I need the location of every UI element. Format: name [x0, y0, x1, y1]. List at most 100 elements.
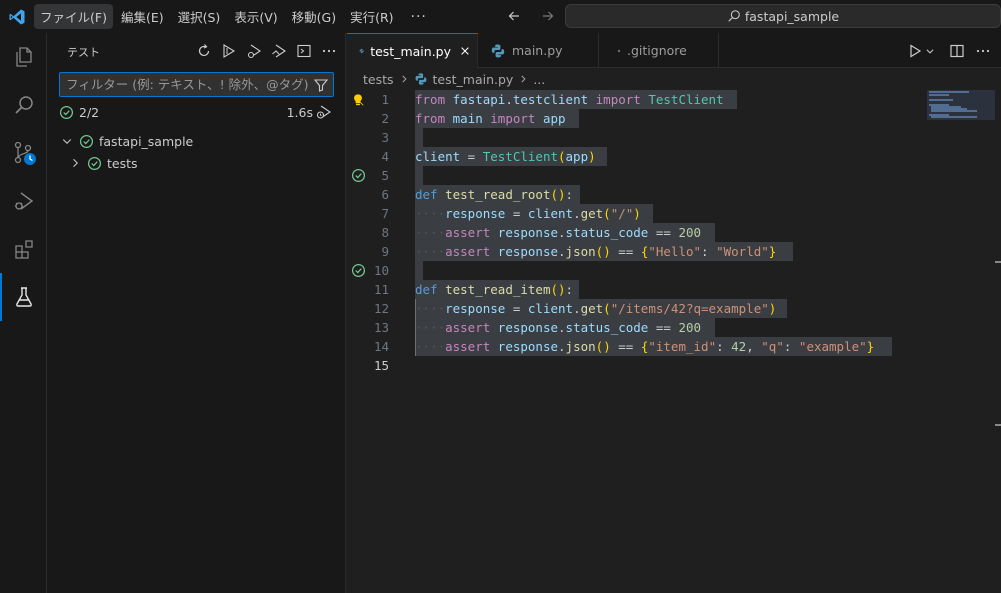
editor-tabs: test_main.py main.py .gitignore	[347, 33, 1001, 68]
tab-label: test_main.py	[370, 43, 451, 59]
explorer-icon[interactable]	[0, 33, 47, 81]
code-line: ····assert response.status_code == 200	[415, 225, 702, 240]
code-line: ····assert response.json() == {"item_id"…	[415, 339, 875, 354]
tree-item-label: fastapi_sample	[99, 133, 194, 149]
line-number: 2	[381, 111, 389, 126]
test-filter-input[interactable]	[60, 73, 310, 96]
code-line: ····response = client.get("/items/42?q=e…	[415, 301, 777, 316]
refresh-icon[interactable]	[193, 41, 215, 61]
menu-file[interactable]: ファイル(F)	[34, 4, 113, 29]
line-number: 12	[373, 301, 389, 316]
forward-arrow-icon[interactable]	[539, 6, 557, 26]
sidebar-title: テスト	[67, 46, 100, 59]
tab-main-py[interactable]: main.py	[478, 33, 599, 68]
tree-item-tests[interactable]: tests	[47, 152, 346, 174]
breadcrumb: tests test_main.py ...	[347, 68, 1001, 90]
code-editor[interactable]: 1 2 3 4 5 6 7 8 9 10 11 12 13 14 15 from…	[347, 90, 1001, 593]
gitignore-icon	[617, 49, 621, 52]
chevron-down-icon[interactable]	[59, 133, 75, 149]
python-icon	[415, 73, 426, 85]
run-python-file-icon[interactable]	[905, 41, 925, 61]
line-number: 5	[381, 168, 389, 183]
selection-highlight	[415, 166, 423, 185]
selection-highlight	[415, 261, 423, 280]
editor-actions	[905, 41, 993, 61]
line-number: 14	[373, 339, 389, 354]
test-duration: 1.6s	[287, 104, 332, 120]
test-count: 2/2	[79, 104, 100, 120]
menu-go[interactable]: 移動(G)	[286, 4, 342, 29]
chevron-right-icon[interactable]	[67, 155, 83, 171]
tab-label: main.py	[512, 43, 563, 58]
tab-gitignore[interactable]: .gitignore	[599, 33, 719, 68]
testing-icon[interactable]	[0, 273, 47, 321]
extensions-icon[interactable]	[0, 225, 47, 273]
line-number: 4	[381, 149, 389, 164]
navigation-arrows	[505, 6, 557, 26]
testing-sidebar: テスト 2/2	[47, 33, 346, 593]
test-summary: 2/2 1.6s	[59, 102, 335, 122]
back-arrow-icon[interactable]	[505, 6, 523, 26]
sidebar-actions	[193, 41, 340, 61]
passed-icon	[59, 105, 74, 119]
python-icon	[359, 48, 364, 54]
breadcrumb-item[interactable]: test_main.py	[433, 72, 514, 87]
line-number: 13	[373, 320, 389, 335]
line-number: 6	[381, 187, 389, 202]
terminal-icon[interactable]	[293, 41, 315, 61]
menu-bar: ファイル(F) 編集(E) 選択(S) 表示(V) 移動(G) 実行(R) ··…	[34, 0, 436, 33]
python-icon	[491, 44, 505, 57]
debug-tests-icon[interactable]	[243, 41, 265, 61]
run-history-icon[interactable]	[316, 104, 332, 120]
line-number: 11	[373, 282, 389, 297]
run-debug-icon[interactable]	[0, 177, 47, 225]
menu-run[interactable]: 実行(R)	[344, 4, 399, 29]
passed-icon	[86, 155, 102, 171]
code-line: def test_read_item():	[415, 282, 574, 297]
more-actions-icon[interactable]	[973, 41, 993, 61]
duration-label: 1.6s	[286, 104, 313, 120]
source-control-icon[interactable]	[0, 129, 47, 177]
tab-test-main-py[interactable]: test_main.py	[347, 33, 478, 68]
close-icon[interactable]	[459, 43, 471, 59]
line-number: 15	[373, 358, 389, 373]
title-bar: ファイル(F) 編集(E) 選択(S) 表示(V) 移動(G) 実行(R) ··…	[0, 0, 1001, 33]
line-number: 7	[381, 206, 389, 221]
code-line: ····response = client.get("/")	[415, 206, 641, 221]
run-coverage-icon[interactable]	[268, 41, 290, 61]
line-number: 8	[381, 225, 389, 240]
lightbulb-icon[interactable]	[347, 90, 369, 109]
menu-more-button[interactable]: ···	[402, 7, 436, 27]
line-number: 1	[381, 92, 389, 107]
vertical-scrollbar[interactable]	[994, 90, 1001, 593]
test-passed-icon[interactable]	[347, 261, 369, 280]
breadcrumb-item[interactable]: ...	[533, 72, 545, 87]
code-line: ····assert response.json() == {"Hello": …	[415, 244, 777, 259]
filter-icon[interactable]	[313, 77, 329, 93]
activity-bar	[0, 33, 47, 593]
search-icon[interactable]	[0, 81, 47, 129]
split-editor-icon[interactable]	[947, 41, 967, 61]
menu-selection[interactable]: 選択(S)	[172, 4, 227, 29]
minimap[interactable]	[927, 90, 997, 120]
more-icon[interactable]	[318, 41, 340, 61]
code-line: from fastapi.testclient import TestClien…	[415, 92, 724, 107]
code-line: client = TestClient(app)	[415, 149, 596, 164]
command-center-label: fastapi_sample	[744, 8, 840, 24]
breadcrumb-item[interactable]: tests	[363, 72, 394, 87]
chevron-down-icon[interactable]	[925, 41, 935, 61]
code-line: ····assert response.status_code == 200	[415, 320, 702, 335]
tree-item-fastapi-sample[interactable]: fastapi_sample	[47, 130, 346, 152]
test-passed-icon[interactable]	[347, 166, 369, 185]
passed-icon	[78, 133, 94, 149]
run-tests-icon[interactable]	[218, 41, 240, 61]
chevron-right-icon	[521, 75, 526, 83]
menu-edit[interactable]: 編集(E)	[115, 4, 170, 29]
search-icon	[728, 10, 740, 22]
command-center[interactable]: fastapi_sample	[565, 4, 1001, 28]
line-number: 10	[373, 263, 389, 278]
sidebar-header: テスト	[47, 33, 346, 68]
menu-view[interactable]: 表示(V)	[228, 4, 283, 29]
tab-label: .gitignore	[627, 43, 687, 58]
code-line: def test_read_root():	[415, 187, 574, 202]
